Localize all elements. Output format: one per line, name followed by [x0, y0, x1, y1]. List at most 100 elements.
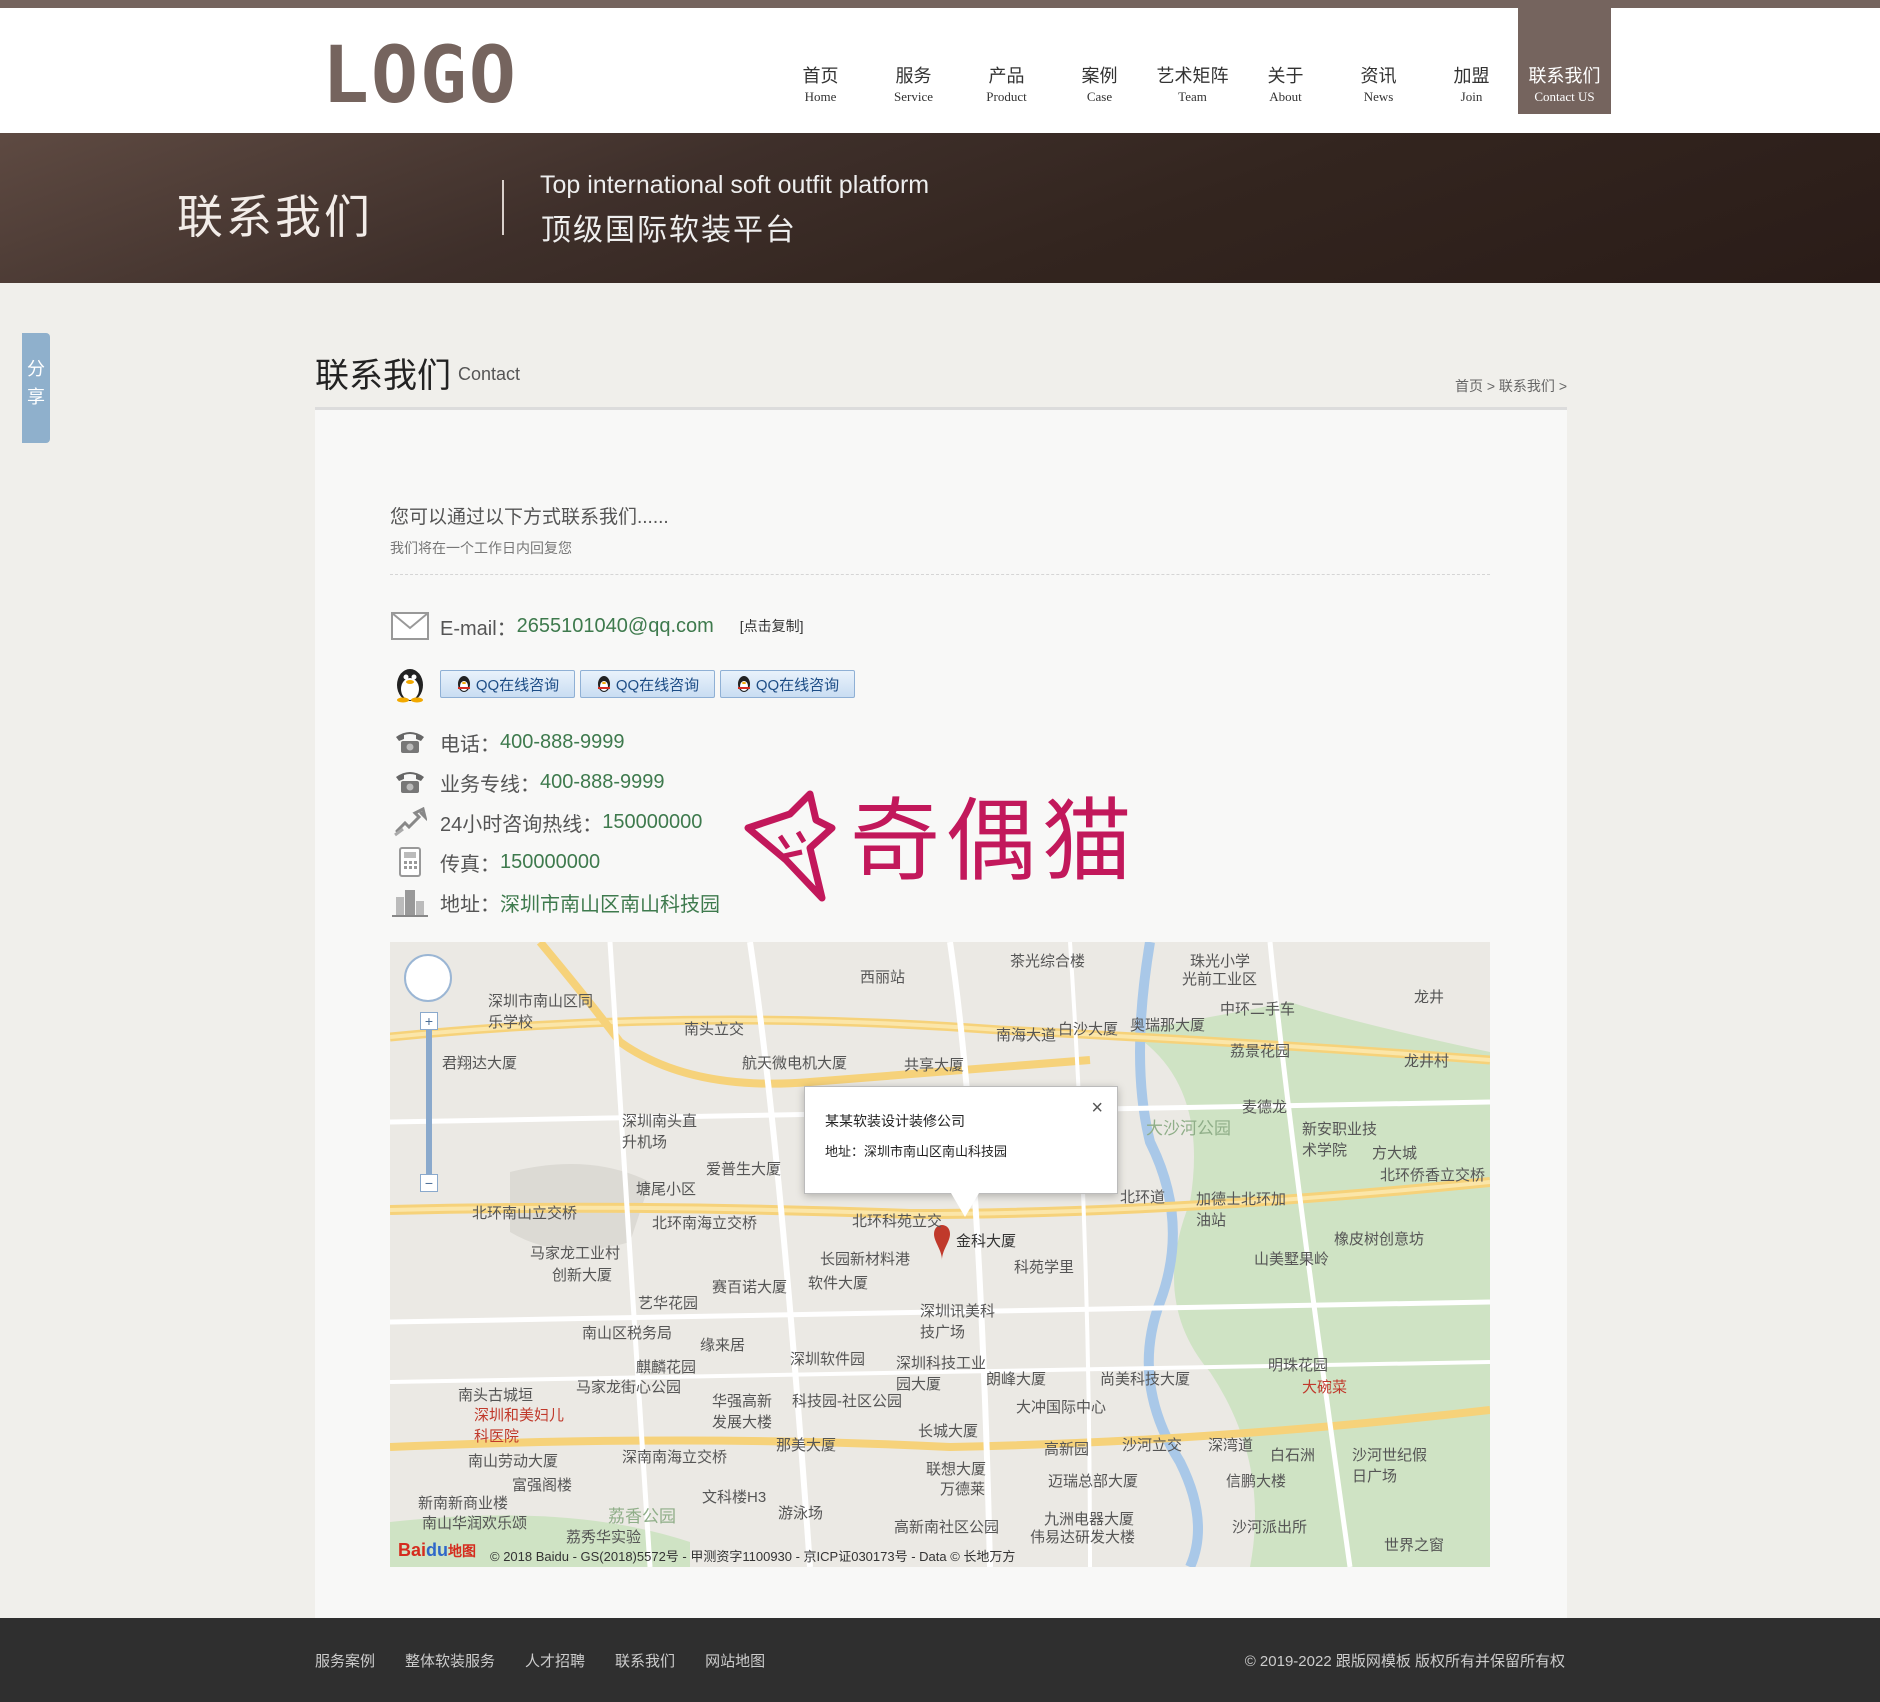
nav-news[interactable]: 资讯 News — [1332, 8, 1425, 114]
close-icon[interactable]: × — [1091, 1097, 1103, 1120]
nav-service[interactable]: 服务 Service — [867, 8, 960, 114]
map-place-label: 茶光综合楼 — [1010, 953, 1086, 970]
map-place-label: 艺华花园 — [638, 1295, 699, 1312]
hotline-row: 24小时咨询热线： 150000000 — [390, 804, 702, 840]
map-place-label: 光前工业区 — [1182, 971, 1258, 988]
footer-link-contact[interactable]: 联系我们 — [615, 1650, 675, 1671]
banner-title: 联系我们 — [177, 191, 373, 243]
map-place-label: 奥瑞那大厦 — [1130, 1017, 1206, 1034]
watermark-text: 奇偶猫 — [850, 789, 1138, 894]
breadcrumb[interactable]: 首页 > 联系我们 > — [1455, 376, 1567, 396]
fax-row: 传真： 150000000 — [390, 844, 600, 880]
footer-link-service[interactable]: 整体软装服务 — [405, 1650, 495, 1671]
map-place-label: 高新园 — [1044, 1441, 1090, 1458]
map-place-label: 新安职业技术学院 — [1302, 1121, 1378, 1159]
map-place-label: 荔秀华实验 — [566, 1529, 642, 1546]
pin-label: 金科大厦 — [956, 1233, 1017, 1250]
map-place-label: 北环科苑立交 — [852, 1213, 943, 1230]
map-place-label: 深圳科技工业园大厦 — [896, 1355, 987, 1393]
nav-about[interactable]: 关于 About — [1239, 8, 1332, 114]
zoom-in-button[interactable]: + — [420, 1012, 438, 1030]
nav-home[interactable]: 首页 Home — [774, 8, 867, 114]
banner-slogan-en: Top international soft outfit platform — [540, 171, 930, 199]
phone-value[interactable]: 400-888-9999 — [500, 731, 625, 754]
qq-consult-button-1[interactable]: QQ在线咨询 — [440, 670, 575, 698]
zoom-out-button[interactable]: − — [420, 1174, 438, 1192]
share-label: 分享 — [27, 359, 45, 407]
nav-team[interactable]: 艺术矩阵 Team — [1146, 8, 1239, 114]
building-icon — [390, 885, 430, 919]
qq-consult-button-2[interactable]: QQ在线咨询 — [580, 670, 715, 698]
popup-address: 地址：深圳市南山区南山科技园 — [825, 1144, 1008, 1159]
map-place-label: 长城大厦 — [918, 1423, 979, 1440]
map-place-label: 高新南社区公园 — [894, 1519, 1000, 1536]
footer-link-jobs[interactable]: 人才招聘 — [525, 1650, 585, 1671]
map-place-label: 共享大厦 — [904, 1057, 965, 1074]
map-place-label: 信鹏大楼 — [1226, 1473, 1287, 1490]
map-place-label: 深圳市南山区同乐学校 — [488, 993, 594, 1031]
map-place-label: 科技园-社区公园 — [792, 1393, 902, 1410]
map-place-label: 南山华润欢乐颂 — [422, 1515, 528, 1532]
map-place-label: 西丽站 — [860, 969, 906, 986]
email-value[interactable]: 2655101040@qq.com — [517, 615, 714, 638]
map-place-label: 深圳南头直升机场 — [622, 1113, 698, 1151]
biz-line-value[interactable]: 400-888-9999 — [540, 771, 665, 794]
map-place-label: 龙井 — [1414, 989, 1445, 1006]
map-place-label: 山美墅果岭 — [1254, 1251, 1330, 1268]
address-row: 地址： 深圳市南山区南山科技园 — [390, 884, 720, 920]
baidu-map[interactable]: 西丽站 茶光综合楼 珠光小学 光前工业区 龙井 南头立交 南海大道 白沙大厦 奥… — [390, 942, 1490, 1567]
map-place-label: 爱普生大厦 — [706, 1161, 782, 1178]
map-place-label: 新南新商业楼 — [418, 1495, 509, 1512]
map-place-label: 大沙河公园 — [1146, 1119, 1231, 1138]
map-zoom-control: + − — [420, 1012, 438, 1192]
map-place-label: 南山区税务局 — [582, 1325, 673, 1342]
map-place-label: 北环南海立交桥 — [652, 1215, 758, 1232]
map-place-label: 沙河世纪假日广场 — [1352, 1447, 1428, 1485]
map-place-label: 白石洲 — [1270, 1447, 1316, 1464]
section-header: 联系我们 Contact 首页 > 联系我们 > — [315, 340, 1567, 410]
share-tab[interactable]: 分享 — [22, 333, 50, 443]
divider — [390, 574, 1490, 575]
map-place-label: 龙井村 — [1404, 1053, 1450, 1070]
zoom-slider-track[interactable] — [426, 1030, 432, 1175]
phone-row: 电话： 400-888-9999 — [390, 724, 625, 760]
map-place-label: 迈瑞总部大厦 — [1048, 1473, 1139, 1490]
footer-link-cases[interactable]: 服务案例 — [315, 1650, 375, 1671]
map-place-label: 方大城 — [1372, 1145, 1418, 1162]
map-place-label: 缘来居 — [700, 1337, 746, 1354]
qq-consult-button-3[interactable]: QQ在线咨询 — [720, 670, 855, 698]
map-place-label: 深圳讯美科技广场 — [920, 1303, 996, 1341]
map-place-label: 创新大厦 — [552, 1267, 613, 1284]
map-place-label: 南海大道 — [996, 1027, 1057, 1044]
hotline-value[interactable]: 150000000 — [602, 811, 702, 834]
footer-link-sitemap[interactable]: 网站地图 — [705, 1650, 765, 1671]
copy-email-link[interactable]: [点击复制] — [740, 616, 804, 636]
nav-product[interactable]: 产品 Product — [960, 8, 1053, 114]
site-footer: 服务案例 整体软装服务 人才招聘 联系我们 网站地图 © 2019-2022 跟… — [0, 1618, 1880, 1702]
map-place-label: 航天微电机大厦 — [742, 1055, 848, 1072]
footer-links: 服务案例 整体软装服务 人才招聘 联系我们 网站地图 — [315, 1650, 795, 1671]
map-place-label: 沙河派出所 — [1232, 1519, 1308, 1536]
nav-join[interactable]: 加盟 Join — [1425, 8, 1518, 114]
map-info-window: 某某软装设计装修公司 地址：深圳市南山区南山科技园 × — [804, 1086, 1118, 1217]
site-logo[interactable]: LOGO — [322, 36, 518, 116]
hotline-label: 24小时咨询热线： — [440, 813, 603, 836]
map-place-label: 马家龙街心公园 — [576, 1379, 682, 1396]
page-title: 联系我们 — [315, 357, 451, 395]
map-place-label: 橡皮树创意坊 — [1334, 1231, 1425, 1248]
map-place-label: 深圳软件园 — [790, 1351, 866, 1368]
biz-line-label: 业务专线： — [440, 773, 540, 796]
contact-intro: 您可以通过以下方式联系我们...... — [390, 507, 669, 528]
map-place-label: 大碗菜 — [1302, 1379, 1348, 1396]
map-place-label: 南头立交 — [684, 1021, 745, 1038]
telephone-icon — [390, 765, 430, 799]
map-place-label: 北环道 — [1120, 1189, 1166, 1206]
map-place-label: 伟易达研发大楼 — [1030, 1529, 1136, 1546]
nav-contact[interactable]: 联系我们 Contact US — [1518, 8, 1611, 114]
nav-case[interactable]: 案例 Case — [1053, 8, 1146, 114]
map-place-label: 深湾道 — [1208, 1437, 1254, 1454]
map-place-label: 麒麟花园 — [636, 1359, 697, 1376]
penguin-icon — [390, 667, 430, 703]
baidu-map-logo[interactable]: Baidu地图 — [398, 1540, 476, 1561]
map-pan-control[interactable] — [404, 954, 452, 1002]
